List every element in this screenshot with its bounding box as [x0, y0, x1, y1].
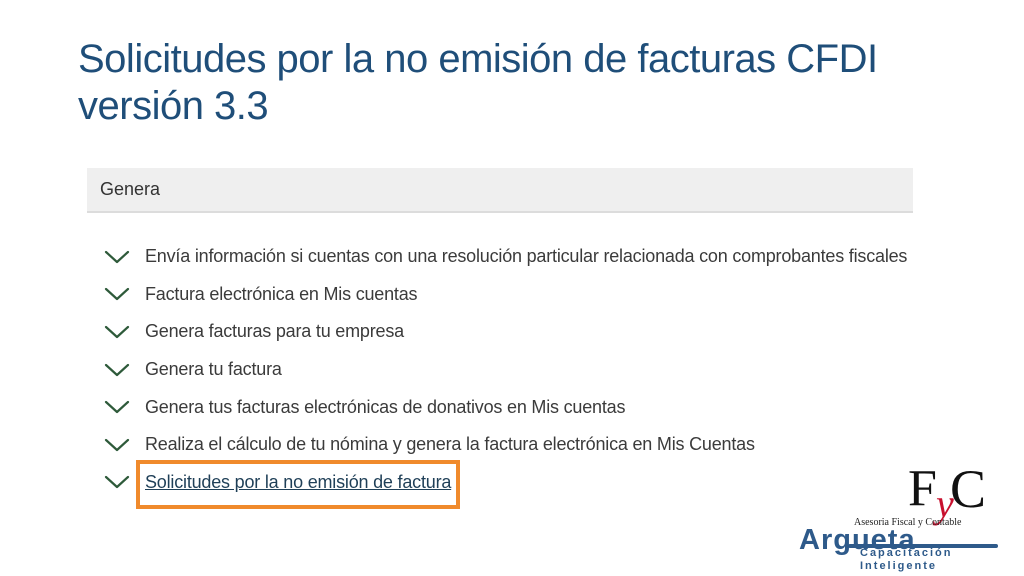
menu-item-label: Factura electrónica en Mis cuentas [145, 283, 418, 304]
menu-item-label: Genera tu factura [145, 359, 282, 380]
menu-item-resolucion-particular[interactable]: Envía información si cuentas con una res… [104, 238, 908, 276]
genera-panel: Genera Envía información si cuentas con … [87, 168, 913, 492]
menu-item-label: Realiza el cálculo de tu nómina y genera… [145, 434, 755, 455]
menu-item-label: Envía información si cuentas con una res… [145, 246, 908, 267]
menu-item-factura-mis-cuentas[interactable]: Factura electrónica en Mis cuentas [104, 276, 904, 314]
menu-item-nomina[interactable]: Realiza el cálculo de tu nómina y genera… [104, 426, 904, 464]
company-logo: F y C Asesoria Fiscal y Contable Argueta… [792, 455, 1018, 573]
svg-text:F: F [908, 460, 937, 517]
chevron-down-icon [104, 286, 130, 302]
chevron-down-icon [104, 362, 130, 378]
menu-item-link[interactable]: Solicitudes por la no emisión de factura [145, 472, 451, 493]
chevron-down-icon [104, 249, 130, 265]
menu-item-no-emision-factura[interactable]: Solicitudes por la no emisión de factura [104, 464, 904, 502]
menu-item-donativos[interactable]: Genera tus facturas electrónicas de dona… [104, 388, 904, 426]
chevron-down-icon [104, 324, 130, 340]
chevron-down-icon [104, 437, 130, 453]
menu-item-label: Genera tus facturas electrónicas de dona… [145, 396, 626, 417]
menu-item-genera-tu-factura[interactable]: Genera tu factura [104, 351, 904, 389]
logo-subtitle-line2: Inteligente [860, 560, 938, 572]
menu-list: Envía información si cuentas con una res… [104, 238, 908, 502]
panel-header-label: Genera [100, 179, 161, 199]
svg-text:C: C [950, 459, 986, 519]
chevron-down-icon [104, 474, 130, 490]
slide-title: Solicitudes por la no emisión de factura… [78, 37, 878, 128]
menu-item-facturas-empresa[interactable]: Genera facturas para tu empresa [104, 313, 904, 351]
logo-subtitle-line1: Capacitación [860, 547, 953, 559]
panel-header: Genera [87, 168, 913, 213]
chevron-down-icon [104, 399, 130, 415]
menu-item-label: Genera facturas para tu empresa [145, 321, 404, 342]
